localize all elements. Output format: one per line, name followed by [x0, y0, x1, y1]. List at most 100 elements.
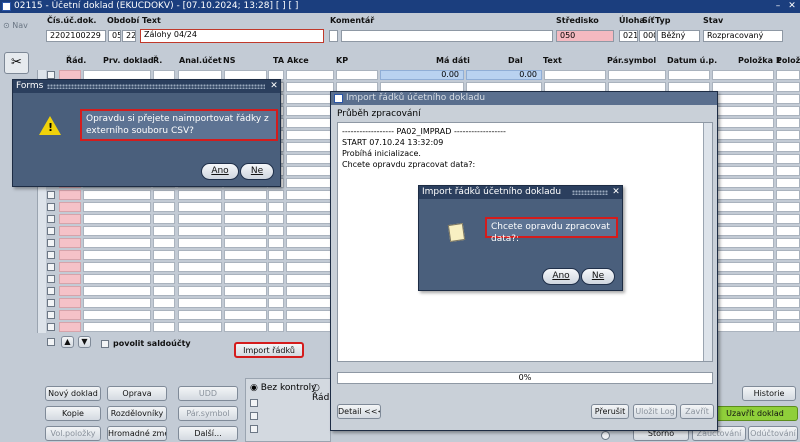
table-cell[interactable] — [286, 298, 334, 308]
confirm-yes-button[interactable]: Ano — [542, 268, 580, 285]
table-cell[interactable] — [286, 322, 334, 332]
table-cell[interactable] — [776, 94, 800, 104]
table-cell[interactable] — [178, 286, 222, 296]
table-cell[interactable] — [712, 142, 774, 152]
table-cell[interactable] — [712, 238, 774, 248]
table-cell[interactable] — [268, 310, 284, 320]
table-cell[interactable] — [776, 190, 800, 200]
table-cell[interactable] — [178, 298, 222, 308]
table-cell[interactable] — [59, 298, 81, 308]
table-cell[interactable] — [83, 190, 151, 200]
table-cell[interactable] — [268, 286, 284, 296]
table-cell[interactable] — [286, 178, 334, 188]
table-cell[interactable] — [178, 202, 222, 212]
table-cell[interactable] — [286, 190, 334, 200]
row-checkbox[interactable] — [47, 215, 55, 223]
table-cell[interactable] — [776, 274, 800, 284]
table-cell[interactable] — [286, 70, 334, 80]
table-cell[interactable] — [286, 94, 334, 104]
table-cell[interactable] — [83, 286, 151, 296]
table-cell[interactable] — [712, 322, 774, 332]
table-cell[interactable] — [712, 310, 774, 320]
table-cell[interactable] — [178, 238, 222, 248]
table-cell[interactable] — [224, 298, 267, 308]
doc-no-field[interactable]: 2202100229 — [46, 30, 106, 42]
table-cell[interactable] — [712, 190, 774, 200]
table-cell[interactable] — [268, 226, 284, 236]
detail-button[interactable]: Detail <<<< — [337, 404, 381, 419]
row-up-button[interactable]: ▲ — [61, 336, 74, 348]
table-cell[interactable] — [224, 190, 267, 200]
close-icon[interactable]: ✕ — [268, 80, 280, 93]
table-cell[interactable] — [286, 154, 334, 164]
table-cell[interactable] — [178, 190, 222, 200]
panel-checkbox-2[interactable] — [250, 412, 258, 420]
row-checkbox[interactable] — [47, 263, 55, 271]
table-cell[interactable] — [776, 322, 800, 332]
table-cell[interactable] — [776, 202, 800, 212]
table-cell[interactable] — [776, 142, 800, 152]
panel-checkbox-1[interactable] — [250, 399, 258, 407]
table-cell[interactable] — [712, 94, 774, 104]
table-cell[interactable] — [712, 226, 774, 236]
table-cell[interactable] — [59, 322, 81, 332]
table-cell[interactable] — [83, 298, 151, 308]
table-cell[interactable] — [268, 262, 284, 272]
table-cell[interactable] — [286, 310, 334, 320]
forms-no-button[interactable]: Ne — [240, 163, 274, 180]
table-cell[interactable] — [268, 322, 284, 332]
table-cell[interactable] — [712, 286, 774, 296]
table-cell[interactable] — [178, 322, 222, 332]
center-field[interactable]: 050 — [556, 30, 614, 42]
table-cell[interactable] — [59, 274, 81, 284]
table-cell[interactable] — [712, 298, 774, 308]
table-cell[interactable] — [153, 190, 175, 200]
row-checkbox[interactable] — [47, 239, 55, 247]
udd-button[interactable]: UDD — [178, 386, 238, 401]
table-cell[interactable] — [224, 322, 267, 332]
table-cell[interactable] — [153, 274, 175, 284]
comment-toggle[interactable] — [329, 30, 338, 42]
table-cell[interactable] — [178, 262, 222, 272]
radio-rows[interactable]: ○ Řád — [312, 383, 330, 403]
text-field[interactable]: Zálohy 04/24 — [140, 29, 324, 43]
table-cell[interactable] — [712, 106, 774, 116]
table-cell[interactable] — [59, 310, 81, 320]
table-cell[interactable] — [286, 250, 334, 260]
table-cell[interactable] — [153, 250, 175, 260]
row-checkbox[interactable] — [47, 251, 55, 259]
table-cell[interactable] — [712, 178, 774, 188]
table-cell[interactable] — [776, 70, 800, 80]
minimize-icon[interactable]: – — [772, 1, 784, 12]
table-cell[interactable] — [153, 298, 175, 308]
table-cell[interactable] — [776, 214, 800, 224]
more-button[interactable]: Další... — [178, 426, 238, 441]
table-cell[interactable] — [178, 250, 222, 260]
table-cell[interactable] — [224, 274, 267, 284]
row-checkbox[interactable] — [47, 191, 55, 199]
table-cell[interactable] — [83, 214, 151, 224]
table-cell[interactable] — [224, 226, 267, 236]
pause-button[interactable]: Přerušit — [591, 404, 629, 419]
table-cell[interactable] — [286, 286, 334, 296]
table-cell[interactable] — [83, 262, 151, 272]
unpost-button[interactable]: Odúčtování — [748, 426, 798, 441]
distribution-button[interactable]: Rozdělovníky — [107, 406, 167, 421]
import-rows-button[interactable]: Import řádků — [234, 342, 304, 358]
table-cell[interactable] — [712, 166, 774, 176]
pair-checkbox[interactable] — [101, 340, 109, 348]
table-cell[interactable] — [776, 106, 800, 116]
table-cell[interactable] — [59, 286, 81, 296]
table-cell[interactable] — [286, 82, 334, 92]
table-cell[interactable] — [224, 202, 267, 212]
table-cell[interactable] — [286, 130, 334, 140]
table-cell[interactable] — [153, 238, 175, 248]
table-cell[interactable] — [268, 274, 284, 284]
forms-yes-button[interactable]: Ano — [201, 163, 239, 180]
row-checkbox[interactable] — [47, 227, 55, 235]
table-cell[interactable] — [83, 238, 151, 248]
table-cell[interactable] — [268, 250, 284, 260]
tools-icon[interactable]: ✂ — [4, 52, 29, 74]
table-cell[interactable] — [286, 166, 334, 176]
row-checkbox[interactable] — [47, 338, 55, 346]
